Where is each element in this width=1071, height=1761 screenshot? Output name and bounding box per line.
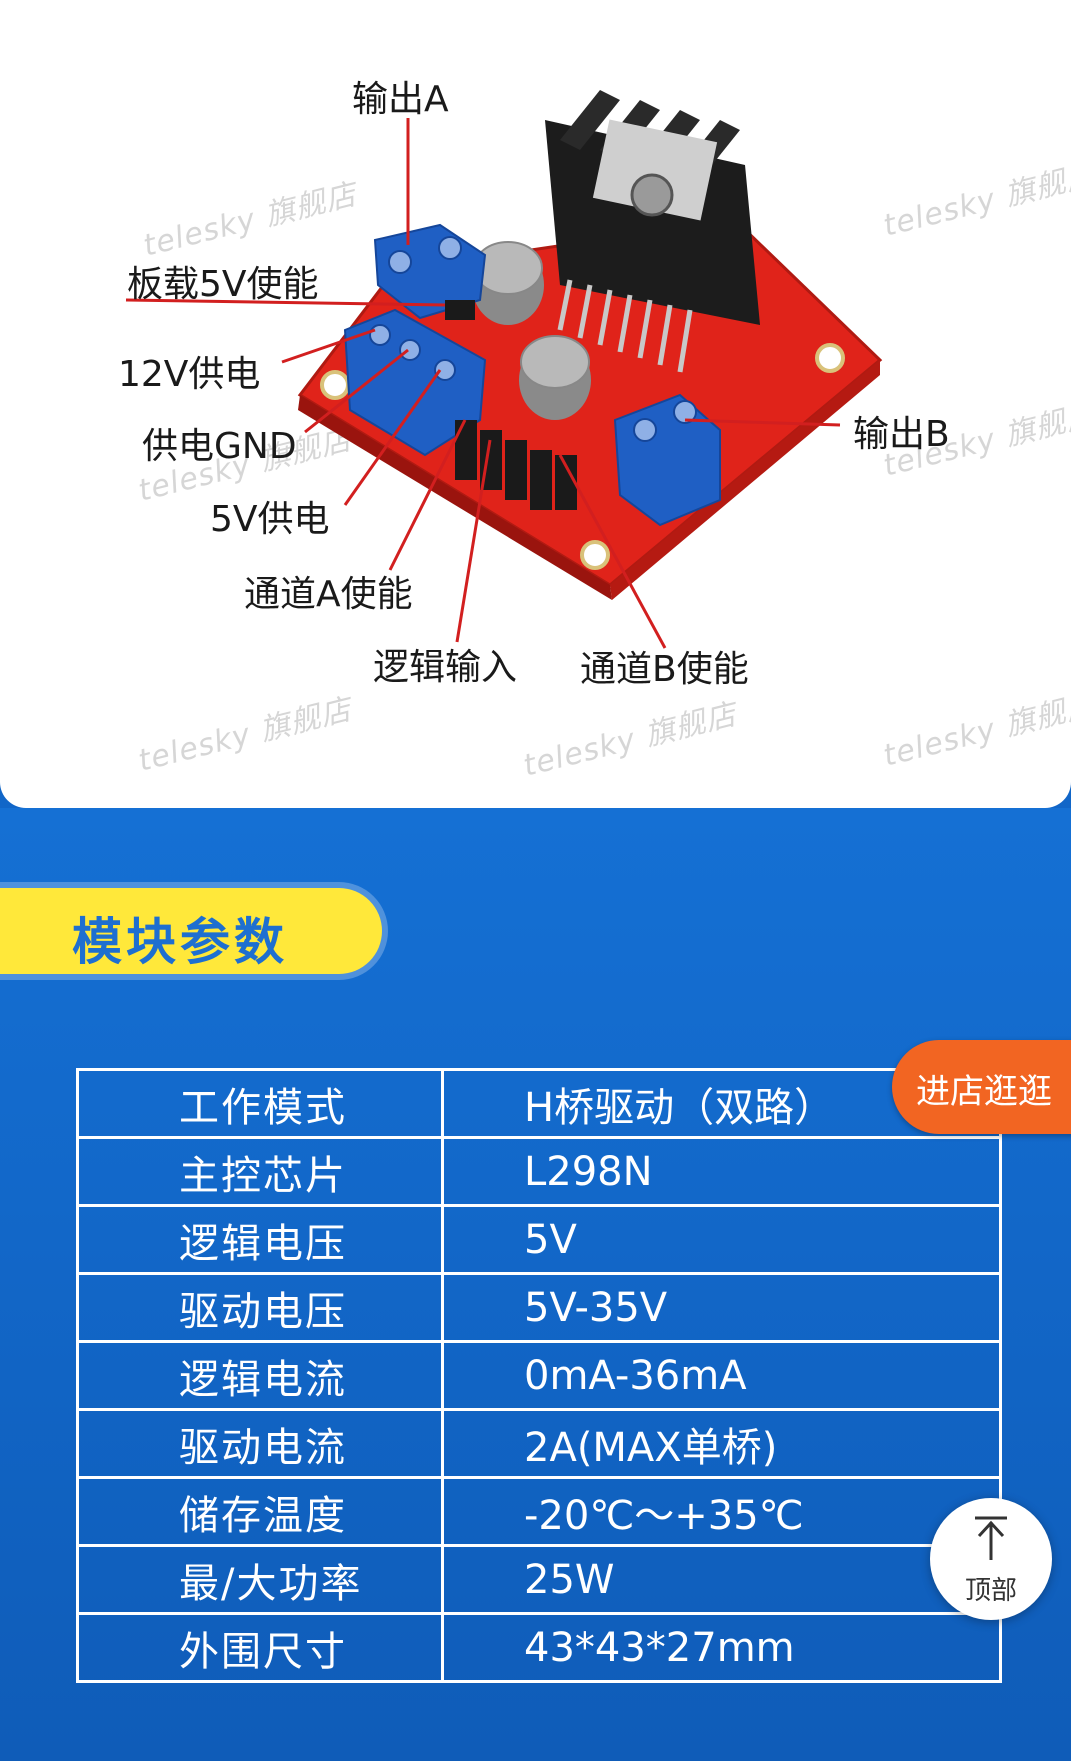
spec-key: 最/大功率 (76, 1544, 444, 1615)
visit-shop-button[interactable]: 进店逛逛 (892, 1040, 1071, 1134)
section-heading: 模块参数 (72, 913, 288, 971)
spec-value: 0mA-36mA (441, 1340, 1002, 1411)
callout-onboard-5v-enable: 板载5V使能 (127, 264, 319, 305)
callout-power-gnd: 供电GND (142, 426, 297, 467)
spec-table: 工作模式 H桥驱动（双路） 主控芯片 L298N 逻辑电压 5V 驱动电压 5V… (76, 1068, 1002, 1683)
spec-section: 模块参数 工作模式 H桥驱动（双路） 主控芯片 L298N 逻辑电压 5V 驱动… (0, 808, 1071, 1761)
table-row: 最/大功率 25W (76, 1544, 1002, 1615)
callout-output-a: 输出A (352, 79, 449, 120)
callout-output-b: 输出B (853, 414, 950, 455)
callout-leader-lines (125, 118, 841, 649)
callout-channel-a-enable: 通道A使能 (244, 574, 413, 615)
table-row: 储存温度 -20℃～+35℃ (76, 1476, 1002, 1547)
spec-key: 驱动电压 (76, 1272, 444, 1343)
visit-shop-label: 进店逛逛 (916, 1072, 1052, 1112)
spec-key: 储存温度 (76, 1476, 444, 1547)
table-row: 主控芯片 L298N (76, 1136, 1002, 1207)
spec-key: 主控芯片 (76, 1136, 444, 1207)
table-row: 逻辑电压 5V (76, 1204, 1002, 1275)
spec-key: 逻辑电压 (76, 1204, 444, 1275)
spec-value: 5V (441, 1204, 1002, 1275)
table-row: 工作模式 H桥驱动（双路） (76, 1068, 1002, 1139)
table-row: 驱动电流 2A(MAX单桥) (76, 1408, 1002, 1479)
spec-value: 2A(MAX单桥) (441, 1408, 1002, 1479)
arrow-up-icon (975, 1516, 1007, 1560)
callout-12v-power: 12V供电 (118, 354, 261, 395)
callout-channel-b-enable: 通道B使能 (580, 649, 749, 690)
spec-value: 43*43*27mm (441, 1612, 1002, 1683)
spec-value: 25W (441, 1544, 1002, 1615)
back-to-top-label: 顶部 (964, 1576, 1017, 1606)
table-row: 驱动电压 5V-35V (76, 1272, 1002, 1343)
table-row: 逻辑电流 0mA-36mA (76, 1340, 1002, 1411)
callout-logic-input: 逻辑输入 (373, 647, 518, 688)
product-photo: telesky 旗舰店 telesky 旗舰店 telesky 旗舰店 tele… (0, 0, 1071, 808)
spec-key: 外围尺寸 (76, 1612, 444, 1683)
spec-key: 驱动电流 (76, 1408, 444, 1479)
table-row: 外围尺寸 43*43*27mm (76, 1612, 1002, 1683)
spec-key: 逻辑电流 (76, 1340, 444, 1411)
callout-5v-power: 5V供电 (210, 499, 330, 540)
section-heading-pill: 模块参数 (0, 888, 382, 974)
spec-value: L298N (441, 1136, 1002, 1207)
back-to-top-button[interactable]: 顶部 (930, 1498, 1052, 1620)
spec-key: 工作模式 (76, 1068, 444, 1139)
spec-value: 5V-35V (441, 1272, 1002, 1343)
spec-value: -20℃～+35℃ (441, 1476, 1002, 1547)
